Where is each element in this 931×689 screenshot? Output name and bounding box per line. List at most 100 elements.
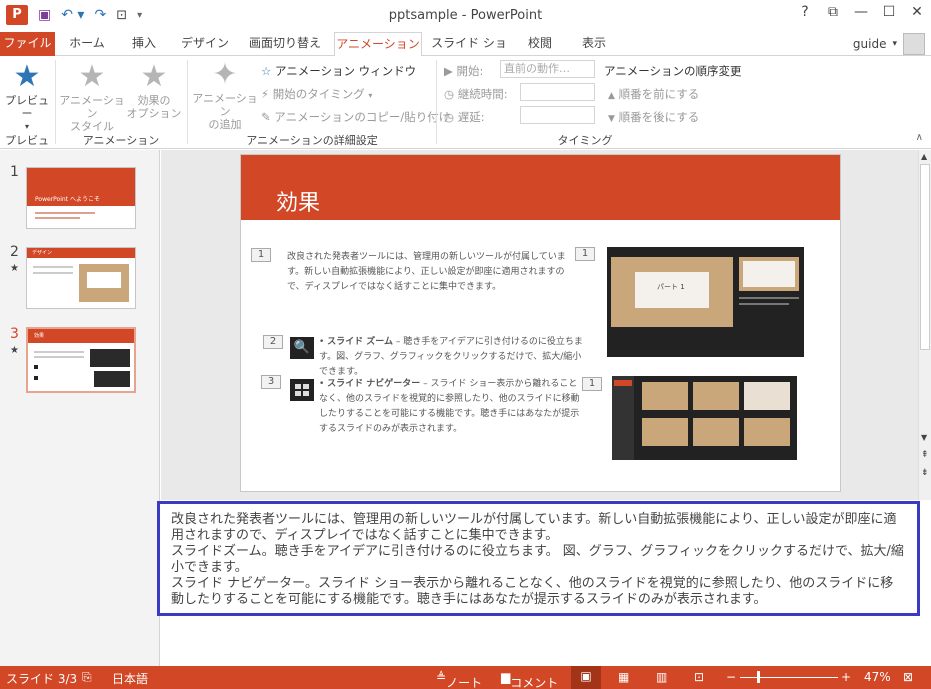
spellcheck-icon[interactable]: ⎘ — [82, 670, 92, 685]
add-animation-label-2: の追加 — [208, 118, 242, 131]
slide-bullet-zoom[interactable]: • スライド ズーム – 聴き手をアイデアに引き付けるのに役立ちます。図、グラフ… — [319, 335, 589, 380]
animation-style-button[interactable]: ★ アニメーション スタイル — [59, 60, 125, 134]
chevron-down-icon: ▾ — [368, 91, 373, 100]
thumb-title-1: PowerPoint へようこそ — [35, 196, 100, 203]
tab-design[interactable]: デザイン — [175, 32, 235, 56]
duration-input[interactable] — [520, 83, 595, 101]
user-account[interactable]: guide ▾ — [853, 32, 925, 56]
duration-row: ◷ 継続時間: — [444, 86, 508, 102]
preview-button[interactable]: ★ プレビュー ▾ — [2, 60, 52, 133]
tab-review[interactable]: 校閲 — [518, 32, 562, 56]
start-select[interactable]: 直前の動作… — [500, 60, 595, 78]
next-slide-icon[interactable]: ⇟ — [921, 468, 929, 478]
fit-to-window-icon[interactable]: ⊠ — [903, 670, 913, 684]
group-separator — [55, 60, 56, 144]
thumb-number-3: 3 — [10, 326, 19, 342]
slide-editor: 効果 1 改良された発表者ツールには、管理用の新しいツールが付属しています。新し… — [161, 150, 918, 500]
zoom-slider[interactable] — [740, 677, 838, 678]
slide-title[interactable]: 効果 — [276, 185, 320, 217]
animation-tag[interactable]: 1 — [251, 248, 271, 262]
notes-line: スライド ナビゲーター。スライド ショー表示から離れることなく、他のスライドを視… — [171, 576, 894, 607]
start-row: ▶ 開始: — [444, 63, 483, 79]
tab-insert[interactable]: 挿入 — [120, 32, 168, 56]
thumbnail-slide-3[interactable]: 効果 — [26, 327, 136, 393]
clock-icon: ◷ — [444, 87, 455, 101]
scroll-up-icon[interactable]: ▲ — [921, 152, 927, 161]
editor-vertical-scrollbar[interactable]: ▲ ▼ ⇞ ⇟ — [918, 150, 931, 500]
animation-tag[interactable]: 1 — [582, 377, 602, 391]
maximize-button[interactable]: ☐ — [875, 4, 903, 20]
thumbnail-slide-2[interactable]: デザイン — [26, 247, 136, 309]
animation-tag[interactable]: 3 — [261, 375, 281, 389]
preview-label: プレビュー — [5, 94, 49, 120]
thumbnail-slide-1[interactable]: PowerPoint へようこそ — [26, 167, 136, 229]
effect-options-button[interactable]: ★ 効果の オプション — [126, 60, 182, 121]
animation-pane-button[interactable]: ☆ アニメーション ウィンドウ — [261, 63, 416, 79]
close-button[interactable]: ✕ — [903, 4, 931, 20]
slide-bullet-navigator[interactable]: • スライド ナビゲーター – スライド ショー表示から離れることなく、他のスラ… — [319, 377, 585, 437]
scroll-thumb[interactable] — [920, 164, 930, 350]
thumb-title-2: デザイン — [32, 250, 53, 256]
group-separator — [187, 60, 188, 144]
tab-animations[interactable]: アニメーション — [334, 32, 422, 57]
ribbon: ★ プレビュー ▾ プレビュー ★ アニメーション スタイル ★ 効果の オプシ… — [0, 56, 931, 163]
triangle-up-icon: ▲ — [608, 91, 615, 101]
slideshow-view-icon[interactable]: ⊡ — [694, 670, 704, 684]
effect-options-label-1: 効果の — [137, 94, 171, 107]
navigator-icon — [290, 379, 314, 401]
slide-counter: スライド 3/3 — [6, 672, 78, 686]
tab-file[interactable]: ファイル — [0, 32, 55, 56]
trigger-label: 開始のタイミング — [272, 87, 365, 101]
help-button[interactable]: ? — [791, 4, 819, 20]
ribbon-display-options-button[interactable]: ⧉ — [819, 4, 847, 20]
add-animation-button[interactable]: ✦ アニメーション の追加 — [191, 57, 259, 132]
thumb-title-3: 効果 — [34, 333, 45, 339]
tab-home[interactable]: ホーム — [62, 32, 112, 56]
thumb-animation-star-icon: ★ — [10, 345, 19, 356]
slide-paragraph[interactable]: 改良された発表者ツールには、管理用の新しいツールが付属しています。新しい自動拡張… — [287, 250, 577, 295]
star-plus-icon: ✦ — [212, 57, 238, 92]
notes-line: スライドズーム。聴き手をアイデアに引き付けるのに役立ちます。 図、グラフ、グラフ… — [171, 544, 904, 575]
start-label: 開始: — [456, 64, 484, 78]
reading-view-icon[interactable]: ▥ — [656, 670, 667, 684]
minimize-button[interactable]: — — [847, 4, 875, 20]
animation-tag[interactable]: 2 — [263, 335, 283, 349]
animation-tag[interactable]: 1 — [575, 247, 595, 261]
previous-slide-icon[interactable]: ⇞ — [921, 450, 929, 460]
comments-button[interactable]: ▆ コメント — [501, 670, 558, 689]
group-label-advanced: アニメーションの詳細設定 — [246, 134, 378, 147]
notes-line: 改良された発表者ツールには、管理用の新しいツールが付属しています。新しい自動拡張… — [171, 512, 897, 543]
bullet-zoom-title: スライド ズーム — [327, 337, 394, 347]
notes-toggle-label: ノート — [446, 676, 483, 689]
tab-slideshow[interactable]: スライド ショー — [428, 32, 510, 72]
thumb-animation-star-icon: ★ — [10, 263, 19, 274]
slide-canvas[interactable]: 効果 1 改良された発表者ツールには、管理用の新しいツールが付属しています。新し… — [240, 154, 841, 492]
slide-navigator-image[interactable] — [612, 376, 797, 460]
triangle-down-icon: ▼ — [608, 114, 615, 124]
delay-input[interactable] — [520, 106, 595, 124]
clock-icon: ◷ — [444, 110, 455, 124]
trigger-button[interactable]: ⚡ 開始のタイミング ▾ — [261, 86, 372, 102]
tab-view[interactable]: 表示 — [571, 32, 617, 56]
move-later-button[interactable]: ▼ 順番を後にする — [608, 109, 699, 125]
move-earlier-button[interactable]: ▲ 順番を前にする — [608, 86, 699, 102]
animation-painter-button[interactable]: ✎ アニメーションのコピー/貼り付け — [261, 109, 450, 125]
zoom-in-icon[interactable]: + — [841, 670, 851, 684]
delay-label: 遅延: — [457, 110, 485, 124]
title-bar: P ▣ ↶ ▾ ↷ ⊡ ▾ pptsample - PowerPoint ? ⧉… — [0, 0, 931, 32]
group-separator — [436, 60, 437, 144]
normal-view-icon[interactable]: ▣ — [571, 666, 601, 689]
language-indicator[interactable]: 日本語 — [112, 670, 148, 687]
zoom-level[interactable]: 47% — [864, 670, 891, 684]
notes-toggle-button[interactable]: ≜ ノート — [436, 670, 482, 689]
slide-sorter-icon[interactable]: ▦ — [618, 670, 629, 684]
collapse-ribbon-icon[interactable]: ∧ — [916, 132, 923, 143]
avatar — [903, 33, 925, 55]
zoom-slider-thumb[interactable] — [757, 671, 760, 683]
notes-pane[interactable]: 改良された発表者ツールには、管理用の新しいツールが付属しています。新しい自動拡張… — [157, 501, 920, 616]
scroll-down-icon[interactable]: ▼ — [921, 433, 927, 442]
presenter-view-image[interactable]: パート 1 — [607, 247, 804, 357]
chevron-down-icon: ▾ — [892, 39, 897, 49]
zoom-out-icon[interactable]: − — [726, 670, 736, 684]
tab-transitions[interactable]: 画面切り替え — [243, 32, 327, 56]
